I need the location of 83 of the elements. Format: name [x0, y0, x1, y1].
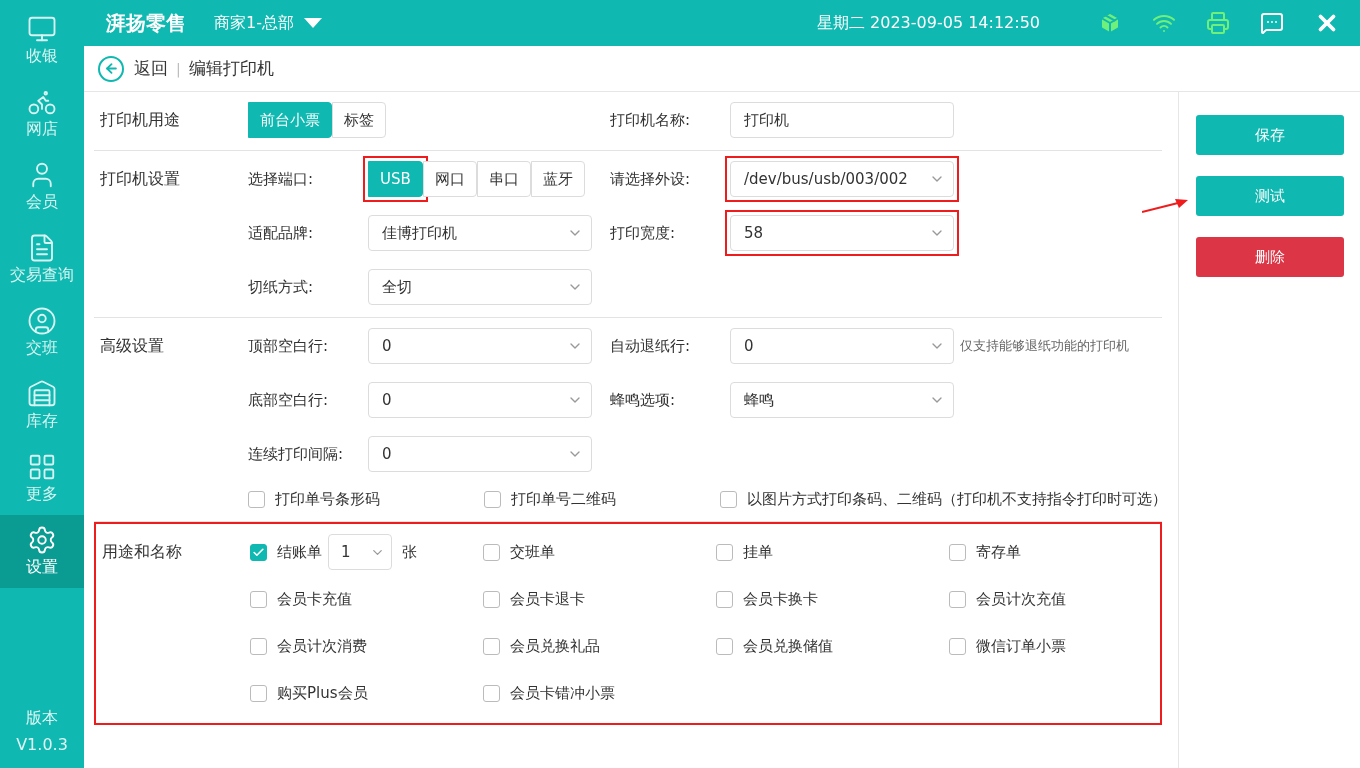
field-label: 请选择外设:: [610, 169, 692, 189]
printer-icon[interactable]: [1206, 11, 1230, 35]
checkbox-label: 会员卡充值: [277, 589, 352, 609]
grid-icon: [27, 452, 57, 482]
checkbox[interactable]: [720, 491, 737, 508]
checkbox-label: 会员卡错冲小票: [510, 683, 615, 703]
field-label: 蜂鸣选项:: [610, 390, 677, 410]
warehouse-icon: [27, 379, 57, 409]
separator: |: [176, 60, 181, 77]
checkbox[interactable]: [250, 637, 267, 655]
checkbox[interactable]: [716, 637, 733, 655]
field-label: 自动退纸行:: [610, 336, 692, 356]
checkbox-label: 以图片方式打印条码、二维码（打印机不支持指令打印时可选）: [747, 490, 1167, 509]
message-icon[interactable]: [1260, 11, 1284, 35]
checkbox[interactable]: [250, 543, 267, 561]
check-icon: [252, 545, 265, 559]
checkbox[interactable]: [483, 590, 500, 608]
brand-name: 湃扬零售: [106, 9, 186, 37]
checkbox[interactable]: [716, 543, 733, 561]
select-field[interactable]: 0: [368, 436, 592, 472]
field-label: 适配品牌:: [248, 223, 315, 243]
checkbox[interactable]: [248, 491, 265, 508]
field-label: 连续打印间隔:: [248, 444, 345, 464]
select-field[interactable]: 蜂鸣: [730, 382, 954, 418]
checkbox[interactable]: [949, 637, 966, 655]
date-time: 星期二 2023-09-05 14:12:50: [817, 12, 1040, 34]
field-label: 选择端口:: [248, 169, 315, 189]
checkbox-label: 购买Plus会员: [277, 683, 368, 703]
checkbox-label: 挂单: [743, 542, 773, 562]
checkbox[interactable]: [949, 590, 966, 608]
checkbox-label: 结账单: [277, 542, 322, 562]
page-title: 编辑打印机: [188, 57, 274, 80]
select-field[interactable]: 0: [730, 328, 954, 364]
select-field[interactable]: 58: [730, 215, 954, 251]
version-label: 版本: [26, 708, 58, 729]
select-field[interactable]: 佳博打印机: [368, 215, 592, 251]
field-label: 底部空白行:: [248, 390, 330, 410]
hint-text: 仅支持能够退纸功能的打印机: [960, 337, 1129, 355]
section-title: 打印机用途: [100, 109, 181, 131]
settings-icon: [27, 525, 57, 555]
segment-button[interactable]: 蓝牙: [530, 161, 585, 197]
checkbox-label: 会员计次充值: [976, 589, 1066, 609]
copies-select[interactable]: 1: [328, 534, 392, 570]
unit-label: 张: [402, 542, 417, 562]
field-label: 打印宽度:: [610, 223, 677, 243]
input-field[interactable]: 打印机: [730, 102, 954, 138]
checkbox[interactable]: [250, 684, 267, 702]
section-title: 打印机设置: [100, 168, 181, 190]
checkbox[interactable]: [949, 543, 966, 561]
checkbox-label: 会员卡退卡: [510, 589, 585, 609]
select-field[interactable]: 0: [368, 328, 592, 364]
checkbox-label: 微信订单小票: [976, 636, 1066, 656]
field-label: 切纸方式:: [248, 277, 315, 297]
annotation-arrow: [1141, 198, 1190, 214]
select-field[interactable]: 0: [368, 382, 592, 418]
checkbox-label: 打印单号条形码: [275, 490, 380, 509]
checkbox-label: 会员兑换储值: [743, 636, 833, 656]
checkbox-label: 会员计次消费: [277, 636, 367, 656]
checkbox[interactable]: [716, 590, 733, 608]
checkbox-label: 交班单: [510, 542, 555, 562]
monitor-icon: [27, 14, 57, 44]
field-label: 顶部空白行:: [248, 336, 330, 356]
delete-button[interactable]: 删除: [1195, 237, 1344, 277]
segment-button[interactable]: 网口: [422, 161, 477, 197]
checkbox[interactable]: [250, 590, 267, 608]
checkbox[interactable]: [484, 491, 501, 508]
checkbox-label: 打印单号二维码: [511, 490, 616, 509]
field-label: 打印机名称:: [610, 110, 692, 130]
segment-button[interactable]: 标签: [332, 102, 386, 138]
select-field[interactable]: 全切: [368, 269, 592, 305]
version-number: V1.0.3: [16, 735, 68, 754]
checkbox-label: 会员兑换礼品: [510, 636, 600, 656]
section-title: 用途和名称: [102, 541, 183, 563]
section-title: 高级设置: [100, 335, 165, 357]
segment-button[interactable]: 串口: [476, 161, 531, 197]
checkbox-label: 会员卡换卡: [743, 589, 818, 609]
checkbox-label: 寄存单: [976, 542, 1021, 562]
checkbox[interactable]: [483, 637, 500, 655]
select-field[interactable]: /dev/bus/usb/003/002: [730, 161, 954, 197]
user-circle-icon: [27, 306, 57, 336]
checkbox[interactable]: [483, 543, 500, 561]
checkbox[interactable]: [483, 684, 500, 702]
back-button[interactable]: 返回: [98, 55, 168, 82]
